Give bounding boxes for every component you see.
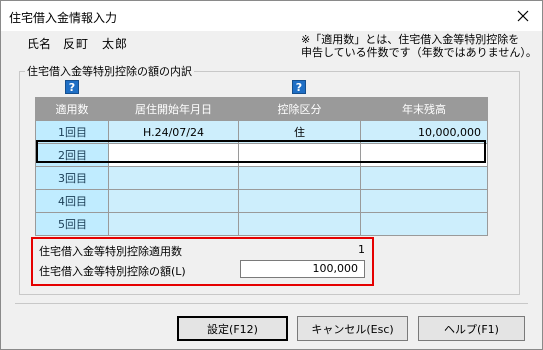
divider: [15, 303, 528, 304]
deduction-type-cell[interactable]: 住: [238, 120, 361, 144]
count-value: 1: [358, 243, 365, 256]
usage-note: ※「適用数」とは、住宅借入金等特別控除を 申告している件数です（年数ではありませ…: [301, 33, 537, 59]
amount-label: 住宅借入金等特別控除の額(L): [39, 265, 186, 278]
table-header-row: 適用数 居住開始年月日 控除区分 年末残高: [35, 97, 488, 121]
row-label[interactable]: 4回目: [35, 189, 109, 213]
dialog-window: 住宅借入金情報入力 氏名 反町 太郎 ※「適用数」とは、住宅借入金等特別控除を …: [0, 0, 543, 350]
count-label: 住宅借入金等特別控除適用数: [39, 245, 182, 258]
window-title: 住宅借入金情報入力: [9, 11, 118, 25]
column-header-balance: 年末残高: [360, 97, 488, 121]
balance-cell[interactable]: 10,000,000: [360, 120, 488, 144]
balance-cell[interactable]: [360, 166, 488, 190]
column-header-deduction-type: 控除区分: [238, 97, 361, 121]
table-row: 1回目 H.24/07/24 住 10,000,000: [35, 120, 488, 144]
column-header-count: 適用数: [35, 97, 109, 121]
summary-highlight-box: 住宅借入金等特別控除適用数 1 住宅借入金等特別控除の額(L) 100,000: [31, 237, 374, 286]
name-label: 氏名: [27, 37, 52, 51]
column-header-start-date: 居住開始年月日: [108, 97, 239, 121]
start-date-cell[interactable]: [108, 212, 239, 236]
balance-cell[interactable]: [360, 143, 488, 167]
row-label[interactable]: 1回目: [35, 120, 109, 144]
group-legend: 住宅借入金等特別控除の額の内訳: [25, 63, 194, 79]
deduction-table: 適用数 居住開始年月日 控除区分 年末残高 1回目 H.24/07/24 住 1…: [35, 97, 488, 236]
cancel-button[interactable]: キャンセル(Esc): [297, 316, 408, 341]
title-bar: 住宅借入金情報入力: [1, 1, 542, 31]
table-row: 4回目: [35, 189, 488, 213]
start-date-cell[interactable]: H.24/07/24: [108, 120, 239, 144]
help-button[interactable]: ヘルプ(F1): [418, 316, 525, 341]
table-row: 2回目: [35, 143, 488, 167]
ok-button[interactable]: 設定(F12): [177, 316, 288, 341]
close-icon: [517, 10, 529, 22]
help-icon-deduction-type[interactable]: ?: [292, 80, 306, 94]
deduction-amount-field[interactable]: 100,000: [240, 260, 365, 278]
row-label[interactable]: 2回目: [35, 143, 109, 167]
start-date-cell[interactable]: [108, 189, 239, 213]
close-button[interactable]: [508, 4, 538, 28]
table-row: 3回目: [35, 166, 488, 190]
balance-cell[interactable]: [360, 212, 488, 236]
start-date-cell[interactable]: [108, 143, 239, 167]
taxpayer-name: 反町 太郎: [63, 37, 129, 51]
row-label[interactable]: 5回目: [35, 212, 109, 236]
deduction-type-cell[interactable]: [238, 212, 361, 236]
table-row: 5回目: [35, 212, 488, 236]
deduction-type-cell[interactable]: [238, 143, 361, 167]
start-date-cell[interactable]: [108, 166, 239, 190]
deduction-type-cell[interactable]: [238, 166, 361, 190]
deduction-type-cell[interactable]: [238, 189, 361, 213]
help-icon-count[interactable]: ?: [65, 80, 79, 94]
row-label[interactable]: 3回目: [35, 166, 109, 190]
balance-cell[interactable]: [360, 189, 488, 213]
